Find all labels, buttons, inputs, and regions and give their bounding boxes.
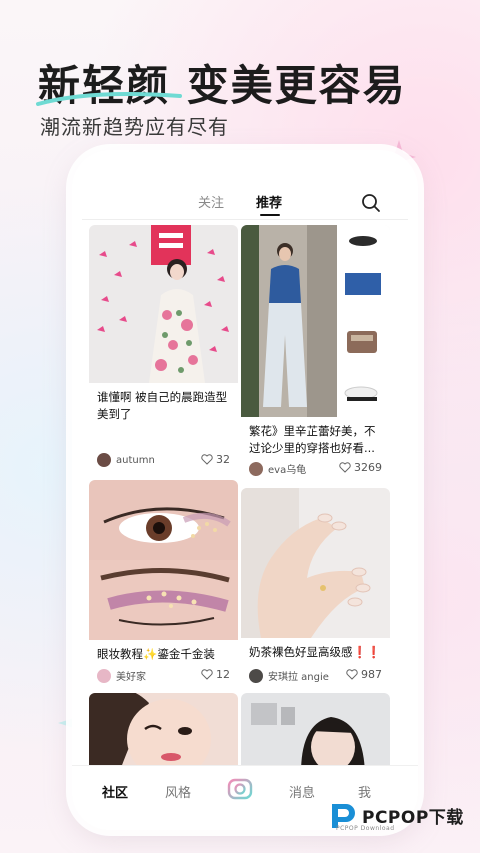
post-author[interactable]: 美好家 bbox=[97, 668, 146, 683]
post-author[interactable]: 安琪拉 angie bbox=[249, 668, 329, 683]
avatar bbox=[249, 461, 263, 476]
author-name: eva乌龟 bbox=[268, 465, 307, 476]
heart-icon bbox=[201, 669, 213, 680]
post-image bbox=[89, 693, 238, 773]
like-number: 12 bbox=[216, 668, 230, 681]
tab-recommend[interactable]: 推荐 bbox=[256, 192, 282, 211]
feed-card[interactable]: 奶茶裸色好显高级感❗❗ 安琪拉 angie 987 bbox=[241, 488, 390, 688]
feed-card[interactable] bbox=[89, 693, 238, 773]
nav-me[interactable]: 我 bbox=[358, 782, 371, 801]
search-icon[interactable] bbox=[360, 192, 382, 214]
like-count[interactable]: 12 bbox=[201, 668, 230, 681]
author-name: 美好家 bbox=[116, 672, 146, 683]
tab-divider bbox=[82, 219, 408, 220]
like-number: 987 bbox=[361, 668, 382, 681]
tab-indicator bbox=[260, 214, 280, 216]
post-title: 奶茶裸色好显高级感❗❗ bbox=[249, 645, 382, 659]
headline-underline bbox=[36, 92, 182, 106]
feed-card[interactable] bbox=[241, 693, 390, 773]
like-number: 32 bbox=[216, 453, 230, 466]
feed-card[interactable]: 繁花》里辛芷蕾好美，不过论少里的穿搭也好看... eva乌龟 3269 bbox=[241, 225, 390, 481]
nav-messages[interactable]: 消息 bbox=[289, 782, 315, 801]
post-author[interactable]: autumn bbox=[97, 453, 155, 467]
post-image bbox=[241, 693, 390, 773]
post-title: 眼妆教程✨鎏金千金装 bbox=[97, 647, 215, 661]
camera-icon[interactable] bbox=[227, 776, 253, 802]
author-name: 安琪拉 angie bbox=[268, 672, 329, 683]
nav-community[interactable]: 社区 bbox=[102, 782, 128, 801]
post-image bbox=[241, 488, 390, 638]
phone-mockup: 关注 推荐 谁懂啊 被自己的晨跑造型美到了 autumn 32 繁花》里辛芷蕾好… bbox=[72, 150, 418, 830]
like-count[interactable]: 3269 bbox=[339, 461, 382, 474]
feed-tabs: 关注 推荐 bbox=[72, 182, 418, 218]
like-number: 3269 bbox=[354, 461, 382, 474]
avatar bbox=[97, 668, 111, 683]
watermark-subtext: PCPOP Download bbox=[336, 825, 395, 832]
post-author[interactable]: eva乌龟 bbox=[249, 461, 306, 476]
author-name: autumn bbox=[116, 454, 155, 466]
feed-card[interactable]: 眼妆教程✨鎏金千金装 美好家 12 bbox=[89, 480, 238, 688]
avatar bbox=[249, 668, 263, 683]
post-image bbox=[89, 480, 238, 640]
post-image bbox=[241, 225, 390, 417]
avatar bbox=[97, 453, 111, 467]
feed-card[interactable]: 谁懂啊 被自己的晨跑造型美到了 autumn 32 bbox=[89, 225, 238, 473]
like-count[interactable]: 32 bbox=[201, 453, 230, 466]
post-image bbox=[89, 225, 238, 383]
heart-icon bbox=[346, 669, 358, 680]
tab-follow[interactable]: 关注 bbox=[198, 192, 224, 211]
like-count[interactable]: 987 bbox=[346, 668, 382, 681]
post-title: 谁懂啊 被自己的晨跑造型美到了 bbox=[97, 390, 228, 421]
watermark-brand: PCPOP下载 bbox=[362, 807, 464, 828]
promo-subhead: 潮流新趋势应有尽有 bbox=[40, 115, 229, 139]
nav-style[interactable]: 风格 bbox=[165, 782, 191, 801]
post-title: 繁花》里辛芷蕾好美，不过论少里的穿搭也好看... bbox=[249, 424, 376, 455]
heart-icon bbox=[201, 454, 213, 465]
heart-icon bbox=[339, 462, 351, 473]
